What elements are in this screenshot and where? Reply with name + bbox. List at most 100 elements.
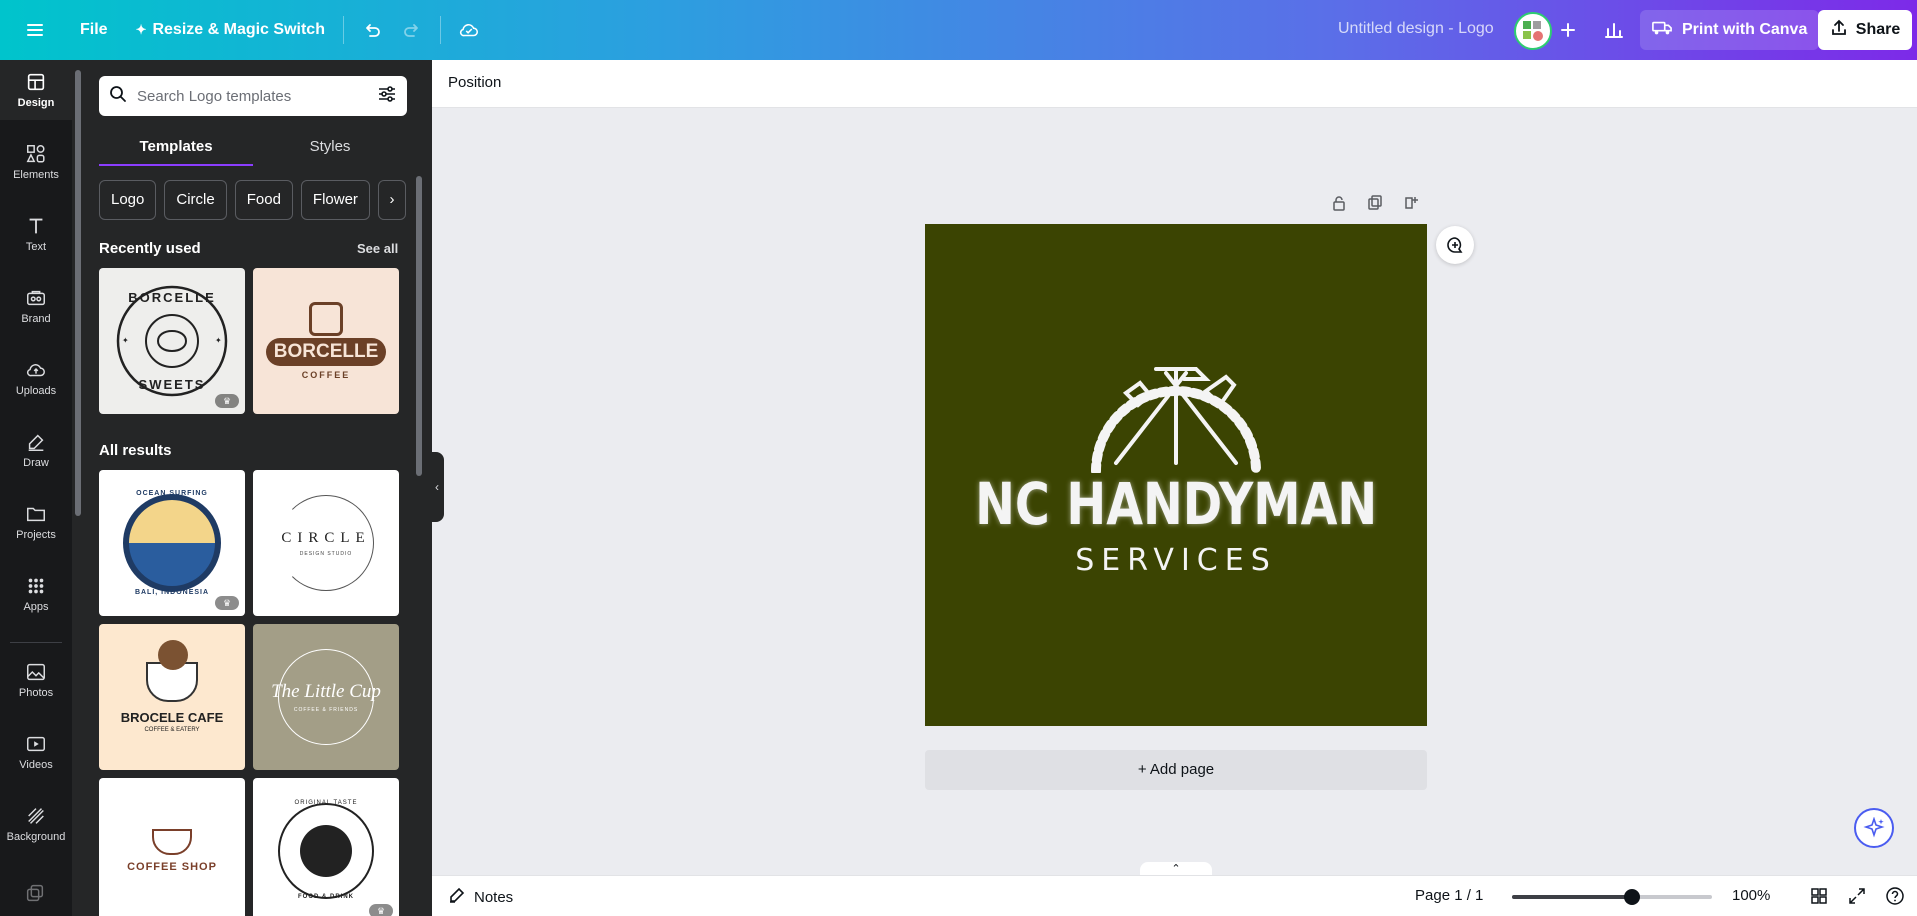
add-collaborator-plus-icon[interactable] — [1548, 10, 1588, 50]
redo-icon[interactable] — [392, 10, 432, 50]
notes-label: Notes — [474, 888, 514, 906]
image-icon — [27, 663, 45, 681]
rail-item-background[interactable]: Background — [0, 794, 72, 854]
rail-item-label: Videos — [19, 759, 53, 771]
rail-item-apps[interactable]: Apps — [0, 564, 72, 624]
magic-assistant-sparkle-icon[interactable] — [1854, 808, 1894, 848]
svg-text:✦: ✦ — [215, 336, 222, 345]
chip-logo[interactable]: Logo — [99, 180, 157, 220]
rail-item-brand[interactable]: Brand — [0, 276, 72, 336]
template-bottom-text: BALI, INDONESIA — [134, 589, 210, 596]
template-top-text: COFFEE SHOP — [127, 861, 217, 873]
template-top-text: BORCELLE — [128, 290, 216, 305]
shapes-icon — [26, 145, 45, 163]
add-comment-icon[interactable] — [1436, 226, 1474, 264]
all-results-heading: All results — [99, 442, 172, 459]
chip-circle[interactable]: Circle — [164, 180, 227, 220]
rail-item-label: Brand — [21, 313, 51, 325]
grid-view-icon[interactable] — [1807, 884, 1831, 908]
zoom-slider[interactable] — [1512, 889, 1712, 905]
template-top-text: BORCELLE — [265, 338, 387, 366]
avatar[interactable] — [1514, 12, 1552, 50]
see-all-link[interactable]: See all — [357, 241, 398, 256]
print-with-canva-button[interactable]: Print with Canva — [1640, 10, 1820, 50]
rail-item-label: Projects — [16, 529, 56, 541]
chevron-right-icon[interactable]: › — [377, 180, 406, 220]
template-thumbnail[interactable]: CIRCLE DESIGN STUDIO — [253, 470, 399, 616]
template-top-text: BROCELE CAFE — [120, 709, 224, 725]
template-thumbnail[interactable]: BROCELE CAFE COFFEE & EATERY — [99, 624, 245, 770]
collapse-panel-chevron-icon[interactable]: ‹ — [430, 452, 444, 522]
print-label: Print with Canva — [1682, 21, 1808, 38]
notes-button[interactable]: Notes — [448, 886, 513, 908]
file-menu-button[interactable]: File — [70, 10, 118, 50]
cloud-check-icon[interactable] — [449, 10, 489, 50]
rail-item-elements[interactable]: Elements — [0, 132, 72, 192]
zoom-slider-handle[interactable] — [1624, 889, 1640, 905]
rail-item-label: Background — [6, 831, 66, 843]
video-icon — [27, 736, 45, 752]
scrollbar-thumb[interactable] — [416, 176, 422, 476]
undo-icon[interactable] — [352, 10, 392, 50]
resize-label: Resize & Magic Switch — [152, 21, 325, 38]
logo-headline[interactable]: NC HANDYMAN — [975, 475, 1377, 533]
coffee-bean-cup-icon — [146, 639, 198, 702]
add-page-icon[interactable] — [1402, 194, 1420, 212]
template-thumbnail[interactable]: ✦ ✦ BORCELLE SWEETS ♛ — [99, 268, 245, 414]
template-thumbnail[interactable]: OCEAN SURFING BALI, INDONESIA ♛ — [99, 470, 245, 616]
template-thumbnail[interactable]: BORCELLE COFFEE — [253, 268, 399, 414]
left-rail: Design Elements Text Brand Uploads Draw … — [0, 60, 72, 916]
template-thumbnail[interactable]: ORIGINAL TASTE FOOD & DRINK ♛ — [253, 778, 399, 916]
layout-icon — [27, 73, 45, 91]
rail-item-draw[interactable]: Draw — [0, 420, 72, 480]
design-canvas[interactable]: NC HANDYMAN SERVICES — [925, 224, 1427, 726]
ocean-wave-badge-icon — [123, 494, 221, 592]
notes-pen-icon — [448, 886, 466, 908]
tab-styles[interactable]: Styles — [253, 130, 407, 166]
panel-left-scrollbar[interactable] — [75, 70, 81, 516]
templates-panel: Search Logo templates Templates Styles L… — [72, 60, 432, 916]
more-apps-icon[interactable] — [24, 882, 46, 904]
show-pages-chevron-icon[interactable]: ⌃ — [1140, 862, 1212, 876]
rail-item-uploads[interactable]: Uploads — [0, 348, 72, 408]
rail-item-projects[interactable]: Projects — [0, 492, 72, 552]
bar-chart-icon[interactable] — [1594, 10, 1634, 50]
rail-item-videos[interactable]: Videos — [0, 722, 72, 782]
rail-item-label: Draw — [23, 457, 49, 469]
search-bar[interactable]: Search Logo templates — [99, 76, 407, 116]
lock-icon[interactable] — [1330, 194, 1348, 212]
logo-subline[interactable]: SERVICES — [1075, 543, 1277, 578]
truck-icon — [1652, 19, 1672, 42]
template-thumbnail[interactable]: The Little Cup COFFEE & FRIENDS — [253, 624, 399, 770]
rail-item-photos[interactable]: Photos — [0, 650, 72, 710]
resize-magic-switch-button[interactable]: ✦ Resize & Magic Switch — [126, 10, 335, 50]
search-icon — [109, 85, 127, 108]
footer-bar: Notes Page 1 / 1 100% — [432, 875, 1917, 916]
position-button[interactable]: Position — [448, 74, 501, 91]
template-bottom-text: FOOD & DRINK — [298, 894, 354, 900]
toolbar-divider — [342, 16, 344, 44]
hamburger-menu-icon[interactable] — [15, 10, 55, 50]
zoom-value[interactable]: 100% — [1732, 887, 1770, 904]
design-title[interactable]: Untitled design - Logo — [1338, 20, 1494, 38]
chip-food[interactable]: Food — [234, 180, 293, 220]
add-page-button[interactable]: + Add page — [925, 750, 1427, 790]
tab-templates[interactable]: Templates — [99, 130, 253, 166]
rail-item-design[interactable]: Design — [0, 60, 72, 120]
crown-premium-icon: ♛ — [215, 596, 239, 610]
page-count[interactable]: Page 1 / 1 — [1415, 887, 1483, 904]
help-question-icon[interactable] — [1883, 884, 1907, 908]
page-tools — [1330, 194, 1420, 212]
search-input[interactable]: Search Logo templates — [137, 88, 377, 105]
rail-item-text[interactable]: Text — [0, 204, 72, 264]
chip-flower[interactable]: Flower — [300, 180, 370, 220]
panel-scrollbar[interactable] — [412, 166, 426, 910]
share-button[interactable]: Share — [1818, 10, 1912, 50]
handyman-tools-icon — [1091, 366, 1261, 473]
filter-sliders-icon[interactable] — [377, 85, 397, 108]
fullscreen-expand-icon[interactable] — [1845, 884, 1869, 908]
duplicate-page-icon[interactable] — [1366, 194, 1384, 212]
rail-item-label: Text — [25, 241, 47, 253]
food-drink-badge-icon — [278, 803, 374, 899]
template-thumbnail[interactable]: COFFEE SHOP — [99, 778, 245, 916]
